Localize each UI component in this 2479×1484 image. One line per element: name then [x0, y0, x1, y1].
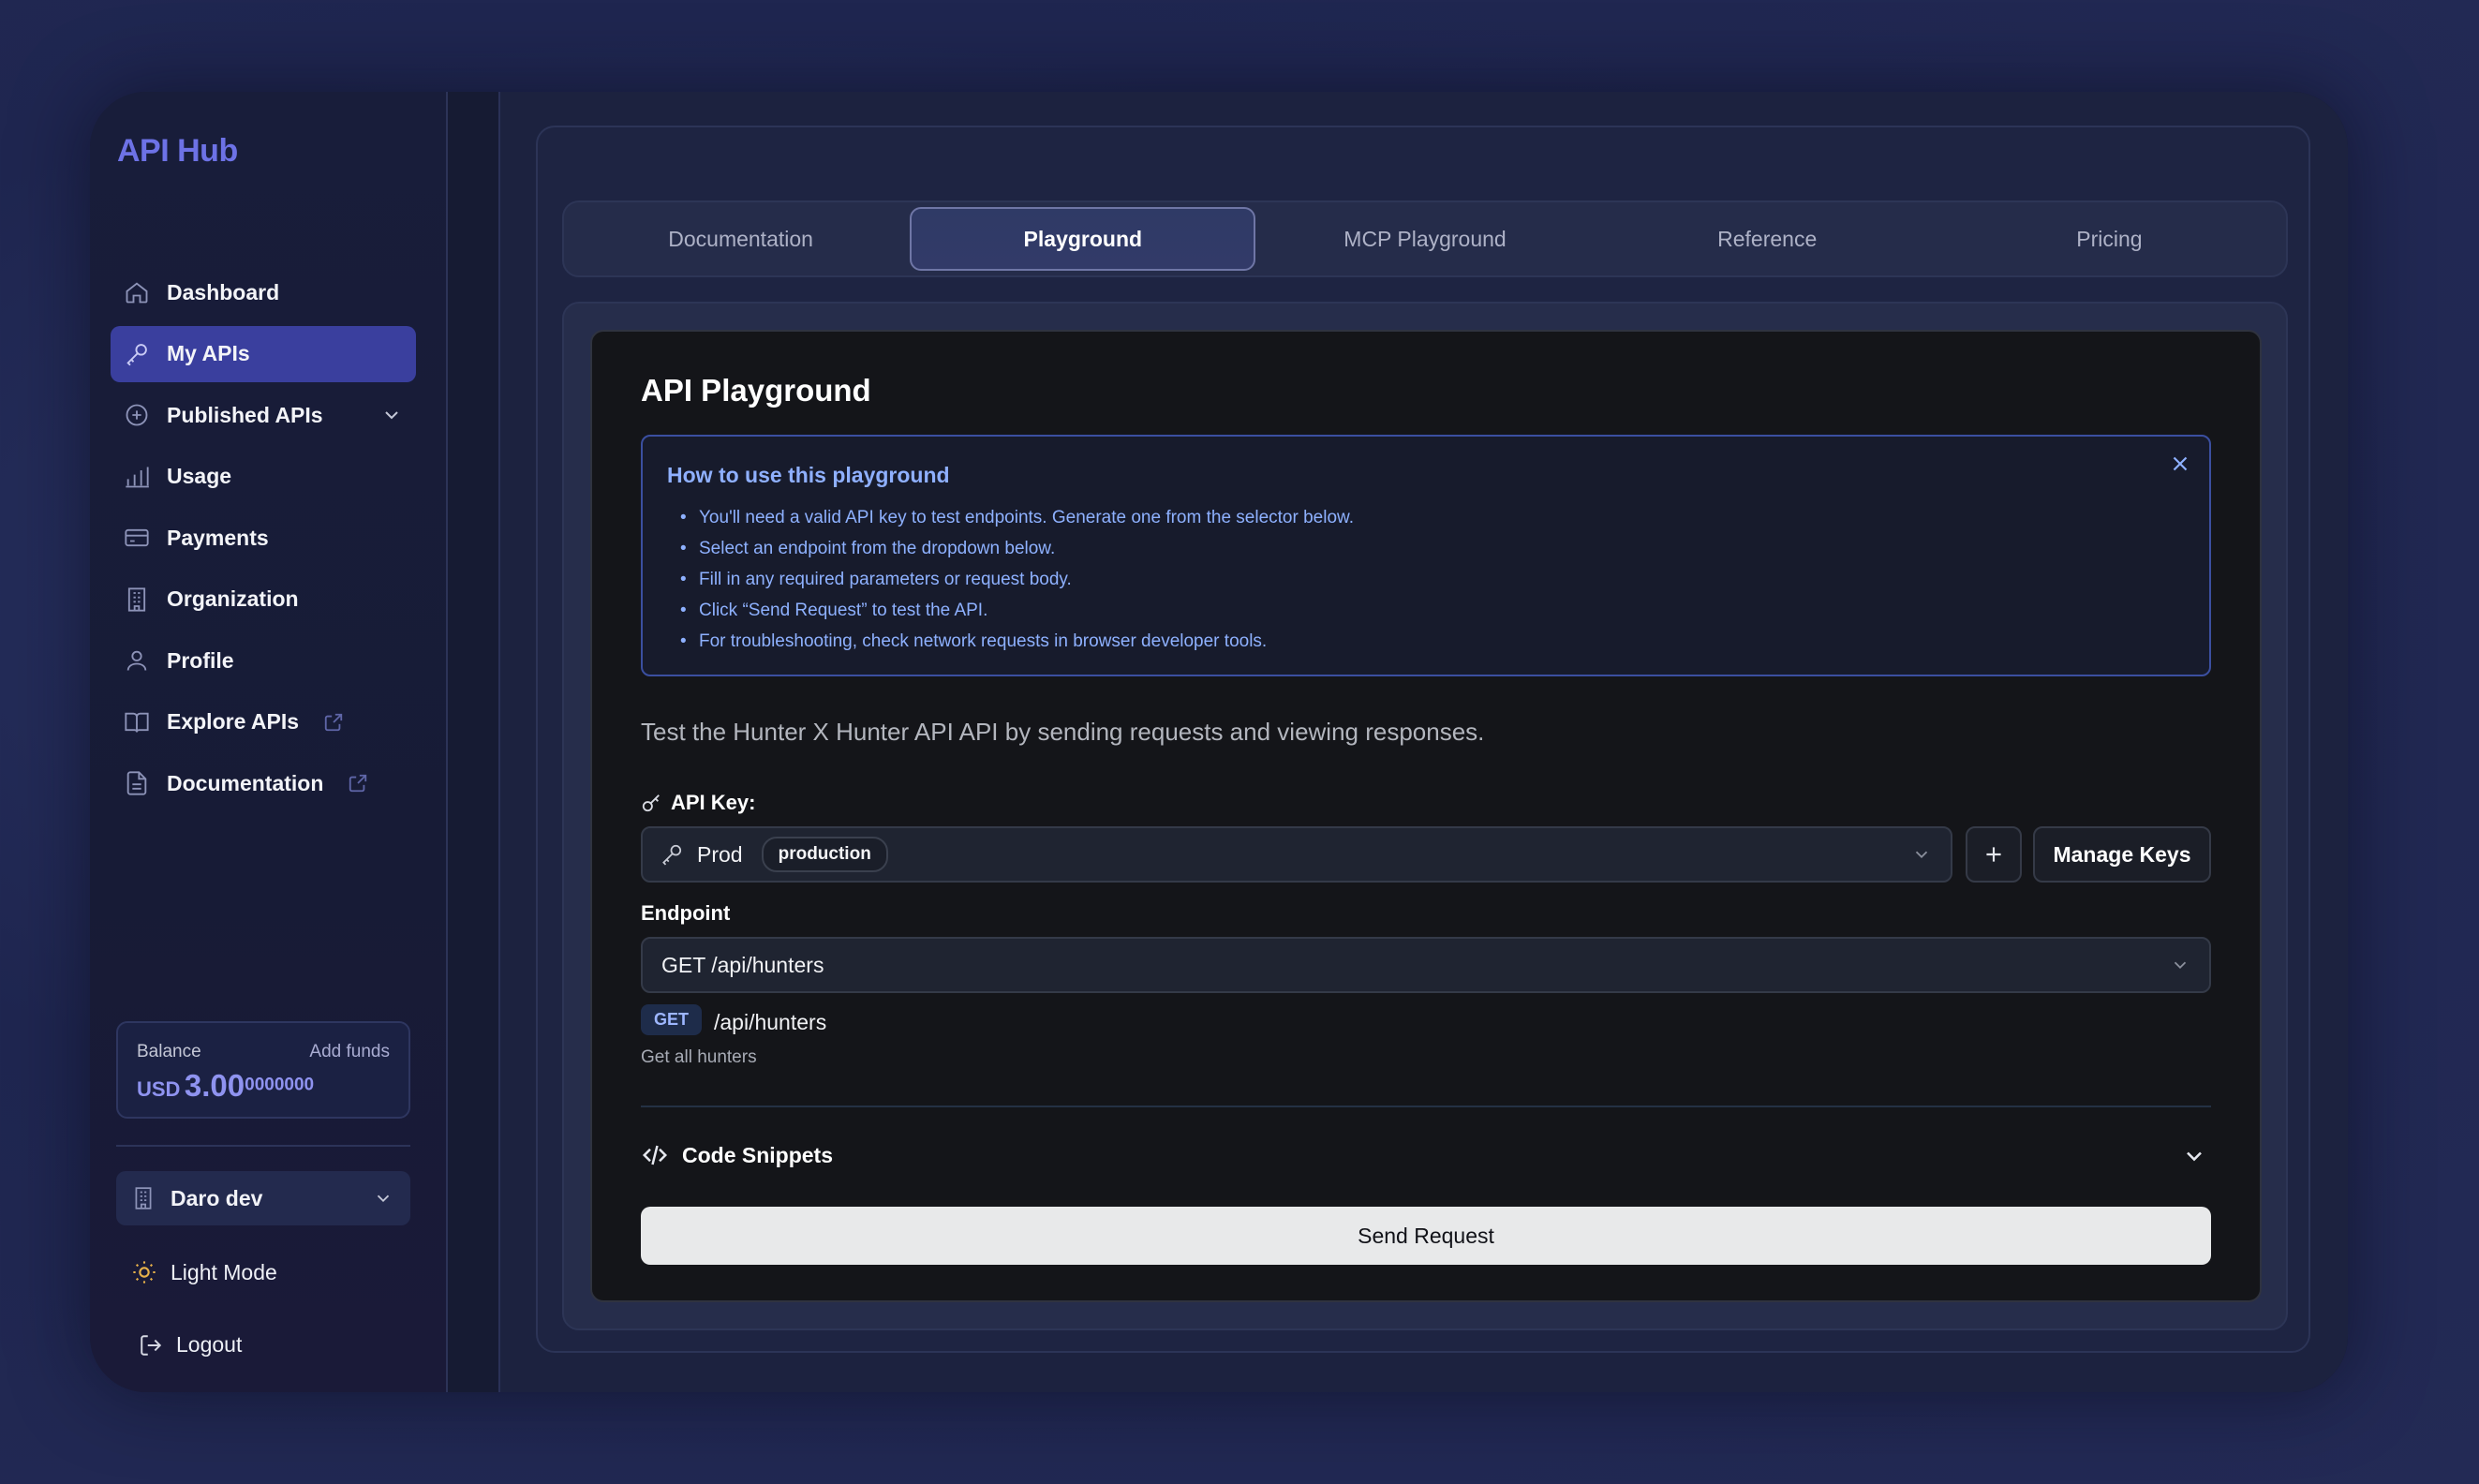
list-item: You'll need a valid API key to test endp…	[680, 502, 1354, 533]
manage-keys-button[interactable]: Manage Keys	[2033, 826, 2211, 883]
sidebar-item-profile[interactable]: Profile	[111, 632, 416, 689]
list-item: Click “Send Request” to test the API.	[680, 595, 1354, 626]
main-content: Documentation Playground MCP Playground …	[498, 92, 2348, 1392]
tab-bar: Documentation Playground MCP Playground …	[562, 200, 2288, 277]
playground-description: Test the Hunter X Hunter API API by send…	[641, 718, 1485, 746]
endpoint-description: Get all hunters	[641, 1047, 757, 1067]
building-icon	[131, 1186, 156, 1210]
tab-mcp-playground[interactable]: MCP Playground	[1254, 207, 1596, 271]
sidebar-nav: Dashboard My APIs Published APIs Usage P…	[111, 264, 416, 817]
sidebar-item-organization[interactable]: Organization	[111, 571, 416, 628]
playground-panel: API Playground How to use this playgroun…	[590, 330, 2262, 1302]
key-icon	[660, 842, 684, 867]
sidebar-item-label: My APIs	[167, 341, 250, 365]
list-item: For troubleshooting, check network reque…	[680, 626, 1354, 657]
section-divider	[641, 1106, 2211, 1107]
file-icon	[122, 768, 152, 798]
book-icon	[122, 707, 152, 737]
howto-alert: How to use this playground You'll need a…	[641, 435, 2211, 676]
sidebar-item-explore-apis[interactable]: Explore APIs	[111, 694, 416, 750]
method-badge: GET	[641, 1004, 703, 1035]
sidebar-item-label: Documentation	[167, 770, 324, 795]
sidebar-item-label: Published APIs	[167, 402, 323, 427]
organization-selector[interactable]: Daro dev	[116, 1171, 410, 1225]
chevron-down-icon	[1911, 844, 1932, 865]
sidebar-item-payments[interactable]: Payments	[111, 510, 416, 566]
sidebar-item-label: Organization	[167, 586, 299, 611]
tab-documentation[interactable]: Documentation	[570, 207, 912, 271]
sidebar-item-label: Profile	[167, 647, 234, 673]
page-title: API Playground	[641, 373, 871, 408]
sidebar-item-usage[interactable]: Usage	[111, 449, 416, 505]
building-icon	[122, 585, 152, 615]
balance-card: Balance Add funds USD 3.000000000	[116, 1021, 410, 1119]
sidebar-item-label: Payments	[167, 525, 269, 550]
list-item: Fill in any required parameters or reque…	[680, 564, 1354, 595]
chevron-down-icon	[373, 1188, 393, 1209]
plus-icon	[1986, 847, 2001, 862]
sidebar: API Hub Dashboard My APIs Published APIs	[90, 92, 448, 1392]
environment-badge: production	[761, 837, 888, 872]
user-icon	[122, 646, 152, 675]
chevron-down-icon	[2170, 955, 2190, 975]
sidebar-item-documentation[interactable]: Documentation	[111, 755, 416, 811]
credit-card-icon	[122, 523, 152, 553]
api-key-name: Prod	[697, 841, 743, 867]
tab-pricing[interactable]: Pricing	[1938, 207, 2280, 271]
endpoint-path: /api/hunters	[714, 1010, 827, 1034]
key-icon	[122, 339, 152, 369]
send-request-button[interactable]: Send Request	[641, 1207, 2211, 1265]
api-key-label: API Key:	[641, 791, 755, 815]
home-icon	[122, 277, 152, 307]
balance-amount: 3.00	[184, 1068, 245, 1103]
endpoint-selected: GET /api/hunters	[661, 952, 824, 977]
sidebar-divider	[116, 1145, 410, 1147]
organization-name: Daro dev	[171, 1185, 263, 1210]
sidebar-item-label: Explore APIs	[167, 709, 300, 734]
endpoint-label: Endpoint	[641, 901, 731, 925]
sidebar-item-published-apis[interactable]: Published APIs	[111, 387, 416, 443]
app-window: API Hub Dashboard My APIs Published APIs	[90, 92, 2348, 1392]
light-mode-label: Light Mode	[171, 1259, 277, 1284]
sidebar-item-dashboard[interactable]: Dashboard	[111, 264, 416, 320]
chevron-down-icon[interactable]	[2181, 1143, 2207, 1169]
balance-value: USD 3.000000000	[137, 1068, 390, 1104]
tab-playground[interactable]: Playground	[910, 207, 1256, 271]
playground-container: API Playground How to use this playgroun…	[562, 302, 2288, 1330]
key-icon	[641, 793, 661, 813]
code-icon	[641, 1141, 669, 1169]
list-item: Select an endpoint from the dropdown bel…	[680, 533, 1354, 564]
balance-currency: USD	[137, 1077, 181, 1101]
brand-logo[interactable]: API Hub	[117, 133, 238, 170]
howto-title: How to use this playground	[667, 463, 950, 487]
sidebar-item-label: Dashboard	[167, 279, 280, 304]
sidebar-item-my-apis[interactable]: My APIs	[111, 325, 416, 382]
tab-reference[interactable]: Reference	[1596, 207, 1938, 271]
logout-button[interactable]: Logout	[139, 1332, 242, 1358]
endpoint-select[interactable]: GET /api/hunters	[641, 937, 2211, 993]
code-snippets-toggle[interactable]: Code Snippets	[641, 1141, 833, 1169]
howto-steps: You'll need a valid API key to test endp…	[680, 502, 1354, 657]
balance-decimals: 0000000	[245, 1075, 315, 1095]
add-funds-link[interactable]: Add funds	[309, 1042, 390, 1062]
api-detail-card: Documentation Playground MCP Playground …	[536, 126, 2310, 1353]
external-link-icon	[323, 712, 344, 733]
api-key-select[interactable]: Prod production	[641, 826, 1952, 883]
add-key-button[interactable]	[1966, 826, 2022, 883]
plus-circle-icon	[122, 400, 152, 430]
light-mode-toggle[interactable]: Light Mode	[131, 1259, 277, 1285]
sun-icon	[131, 1259, 157, 1285]
sidebar-item-label: Usage	[167, 464, 232, 488]
close-icon[interactable]	[2168, 452, 2192, 476]
bar-chart-icon	[122, 462, 152, 492]
external-link-icon	[348, 773, 368, 794]
logout-icon	[139, 1333, 163, 1358]
chevron-down-icon[interactable]	[380, 404, 403, 426]
logout-label: Logout	[176, 1332, 243, 1357]
